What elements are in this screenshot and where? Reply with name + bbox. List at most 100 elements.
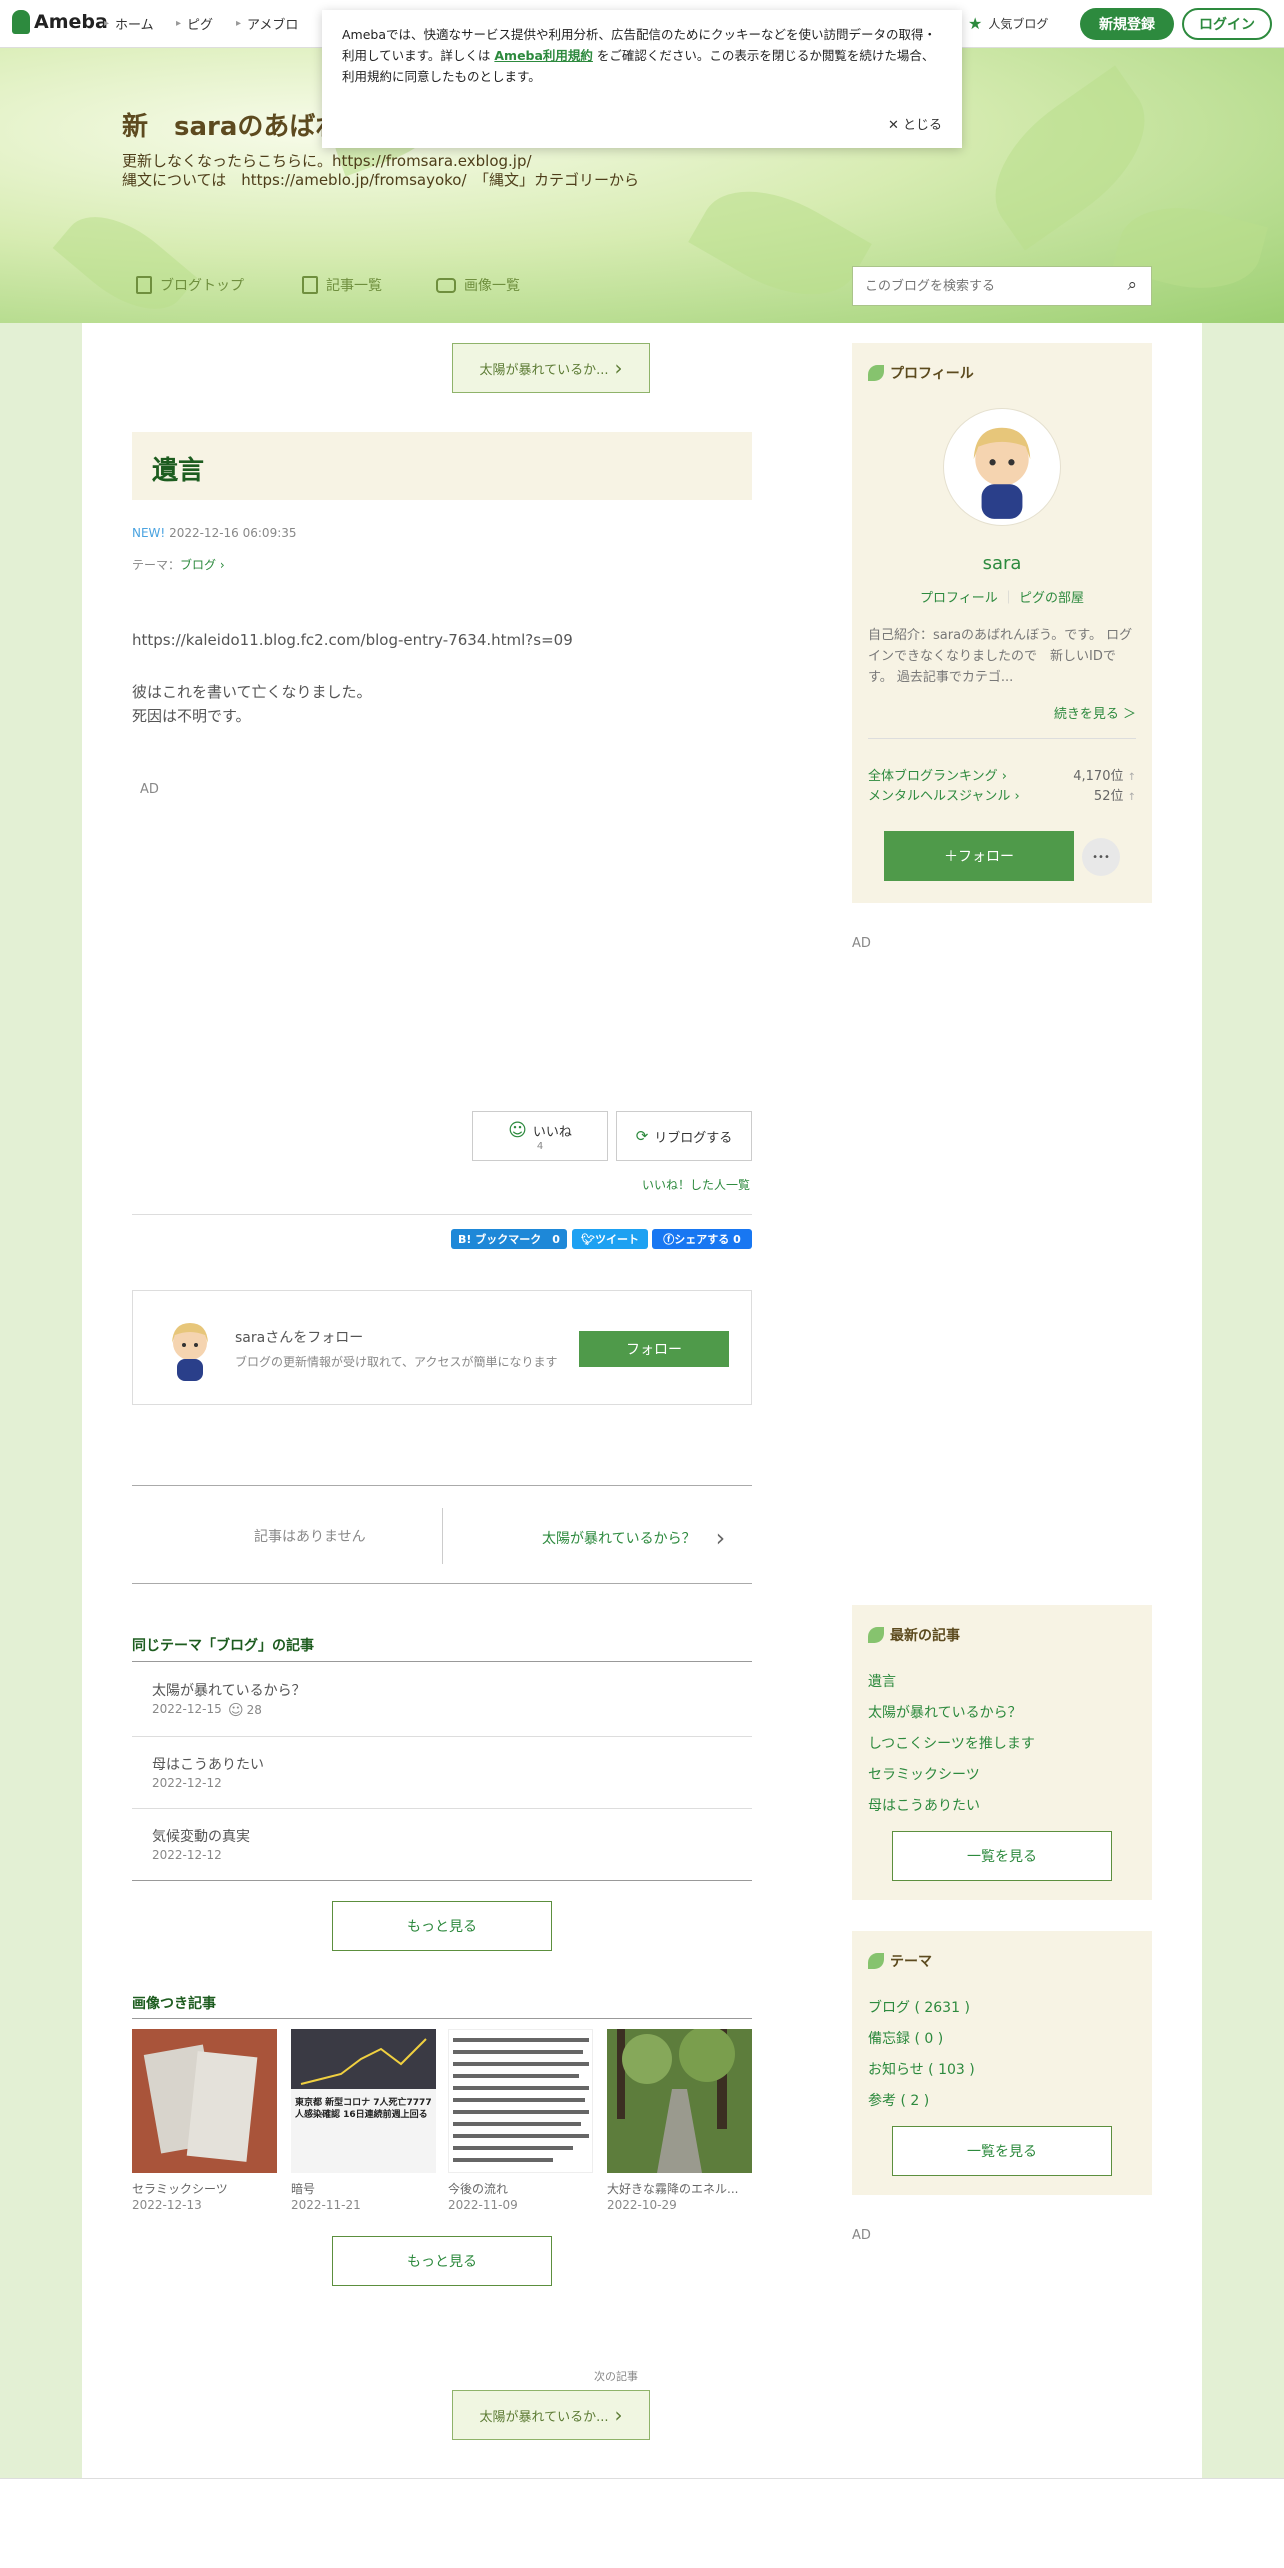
latest-item[interactable]: 遺言 (868, 1671, 896, 1691)
reblog-icon: ⟳ (635, 1127, 649, 1145)
follow-title: saraさんをフォロー (235, 1330, 364, 1346)
chevron-right-icon: › (216, 558, 225, 572)
image-post-title[interactable]: 今後の流れ (448, 2180, 508, 2197)
entry-theme: テーマ：ブログ › (132, 558, 225, 572)
login-button[interactable]: ログイン (1182, 8, 1272, 40)
genre-ranking-link[interactable]: メンタルヘルスジャンル › (868, 785, 1020, 804)
pigg-room-link[interactable]: ピグの部屋 (1019, 591, 1084, 606)
profile-box: プロフィール sara プロフィール ｜ ピグの部屋 自己紹介：saraのあばれ… (852, 343, 1152, 903)
same-theme-more-button[interactable]: もっと見る (332, 1901, 552, 1951)
blog-nav-images[interactable]: 画像一覧 (436, 275, 520, 295)
profile-link[interactable]: プロフィール (920, 591, 998, 606)
same-theme-item-title[interactable]: 母はこうありたい (152, 1754, 264, 1774)
image-post-title[interactable]: セラミックシーツ (132, 2180, 228, 2197)
divider (132, 1736, 752, 1737)
like-button[interactable]: ☺ いいね 4 (472, 1111, 608, 1161)
next-entry-bottom[interactable]: 太陽が暴れているか... › (452, 2390, 650, 2440)
chevron-right-icon: ▸ (104, 18, 110, 29)
profile-name[interactable]: sara (852, 553, 1152, 574)
profile-follow-button[interactable]: ＋フォロー (884, 831, 1074, 881)
same-theme-item-likes: ☺ 28 (228, 1701, 262, 1719)
follow-card: saraさんをフォロー ブログの更新情報が受け取れて、アクセスが簡単になります … (132, 1290, 752, 1405)
hatena-bookmark-button[interactable]: B! ブックマーク 0 (451, 1229, 567, 1249)
image-post-thumbnail[interactable]: 東京都 新型コロナ 7人死亡7777人感染確認 16日連続前週上回る (291, 2029, 436, 2173)
chevron-right-icon: › (614, 2403, 623, 2427)
tweet-button[interactable]: 🐦︎ ツイート (572, 1229, 648, 1249)
entry-meta: NEW! 2022-12-16 06:09:35 (132, 526, 297, 540)
entry-date: 2022-12-16 06:09:35 (169, 526, 297, 540)
cookie-banner: Amebaでは、快適なサービス提供や利用分析、広告配信のためにクッキーなどを使い… (322, 10, 962, 148)
blog-title[interactable]: 新 saraのあばれ (122, 106, 341, 143)
image-post-title[interactable]: 大好きな霧降のエネル... (607, 2180, 738, 2197)
chevron-right-icon: ▸ (236, 18, 242, 29)
divider (868, 738, 1136, 739)
latest-item[interactable]: 母はこうありたい (868, 1795, 980, 1815)
ameba-logo-icon (12, 10, 30, 34)
next-entry-link[interactable]: 太陽が暴れているから？ › (542, 1524, 725, 1552)
nav-home[interactable]: ▸ ホーム (104, 14, 154, 33)
search-icon[interactable]: ⌕ (1127, 275, 1137, 295)
smile-icon: ☺ (228, 1701, 244, 1719)
sidebar-ad-label-2: AD (852, 2228, 871, 2243)
entry-url[interactable]: https://kaleido11.blog.fc2.com/blog-entr… (132, 628, 573, 652)
nav-ameblo[interactable]: ▸ アメブロ (236, 14, 298, 33)
facebook-share-button[interactable]: ⓕ シェアする 0 (652, 1229, 752, 1249)
ameba-logo[interactable]: Ameba (12, 10, 108, 34)
signup-button[interactable]: 新規登録 (1080, 8, 1174, 40)
reblog-button[interactable]: ⟳ リブログする (616, 1111, 752, 1161)
profile-avatar[interactable] (944, 409, 1060, 525)
divider (132, 2018, 752, 2019)
liked-users-link[interactable]: いいね！した人一覧 (642, 1176, 750, 1193)
divider (132, 1485, 752, 1486)
theme-item[interactable]: 参考 ( 2 ) (868, 2090, 929, 2110)
prev-entry-top[interactable]: 太陽が暴れているか... › (452, 343, 650, 393)
image-posts-heading: 画像つき記事 (132, 1996, 216, 2012)
blog-nav-top[interactable]: ブログトップ (136, 275, 244, 295)
terms-link[interactable]: Ameba利用規約 (494, 48, 593, 63)
follow-description: ブログの更新情報が受け取れて、アクセスが簡単になります (235, 1355, 558, 1369)
overall-ranking-link[interactable]: 全体ブログランキング › (868, 765, 1007, 784)
image-post-thumbnail[interactable] (448, 2029, 593, 2173)
ad-label: AD (140, 782, 159, 797)
genre-ranking-value: 52位 ↑ (1093, 789, 1136, 804)
leaf-icon (868, 1953, 884, 1969)
latest-item[interactable]: セラミックシーツ (868, 1764, 980, 1784)
sidebar-ad-label: AD (852, 936, 871, 951)
themes-box: テーマ ブログ ( 2631 ) 備忘録 ( 0 ) お知らせ ( 103 ) … (852, 1931, 1152, 2195)
profile-heading: プロフィール (868, 363, 974, 383)
author-avatar[interactable] (155, 1313, 225, 1383)
pager-separator (442, 1508, 443, 1564)
more-options-button[interactable]: ••• (1082, 838, 1120, 876)
chevron-right-icon: › (614, 356, 623, 380)
latest-item[interactable]: 太陽が暴れているから？ (868, 1702, 1022, 1722)
same-theme-item-date: 2022-12-12 (152, 1848, 222, 1862)
entry-theme-link[interactable]: ブログ (180, 558, 216, 572)
theme-item[interactable]: ブログ ( 2631 ) (868, 1997, 970, 2017)
nav-popular-blogs[interactable]: ★ 人気ブログ (968, 14, 1048, 33)
image-post-thumbnail[interactable] (132, 2029, 277, 2173)
image-post-date: 2022-11-21 (291, 2198, 361, 2212)
profile-intro: 自己紹介：saraのあばれんぼう。です。 ログインできなくなりましたので 新しい… (868, 628, 1133, 685)
image-post-title[interactable]: 暗号 (291, 2180, 315, 2197)
blog-nav-entries[interactable]: 記事一覧 (302, 275, 382, 295)
profile-read-more[interactable]: 続きを見る ＞ (1054, 703, 1136, 722)
latest-item[interactable]: しつこくシーツを推します (868, 1733, 1035, 1753)
follow-button[interactable]: フォロー (579, 1331, 729, 1367)
thumb-headline: 東京都 新型コロナ 7人死亡7777人感染確認 16日連続前週上回る (295, 2098, 432, 2120)
arrow-up-icon: ↑ (1127, 772, 1136, 783)
image-posts-more-button[interactable]: もっと見る (332, 2236, 552, 2286)
new-badge: NEW! (132, 526, 166, 540)
entry-line-2: 死因は不明です。 (132, 707, 251, 725)
latest-list-button[interactable]: 一覧を見る (892, 1831, 1112, 1881)
chevron-right-icon: ▸ (176, 18, 182, 29)
same-theme-item-title[interactable]: 気候変動の真実 (152, 1826, 250, 1846)
same-theme-item-date: 2022-12-12 (152, 1776, 222, 1790)
theme-item[interactable]: お知らせ ( 103 ) (868, 2059, 975, 2079)
same-theme-item-title[interactable]: 太陽が暴れているから？ (152, 1680, 306, 1700)
blog-search-input[interactable] (853, 267, 1093, 305)
nav-pigg[interactable]: ▸ ピグ (176, 14, 213, 33)
theme-item[interactable]: 備忘録 ( 0 ) (868, 2028, 943, 2048)
image-post-thumbnail[interactable] (607, 2029, 752, 2173)
themes-list-button[interactable]: 一覧を見る (892, 2126, 1112, 2176)
cookie-close-button[interactable]: ✕ とじる (888, 115, 942, 136)
